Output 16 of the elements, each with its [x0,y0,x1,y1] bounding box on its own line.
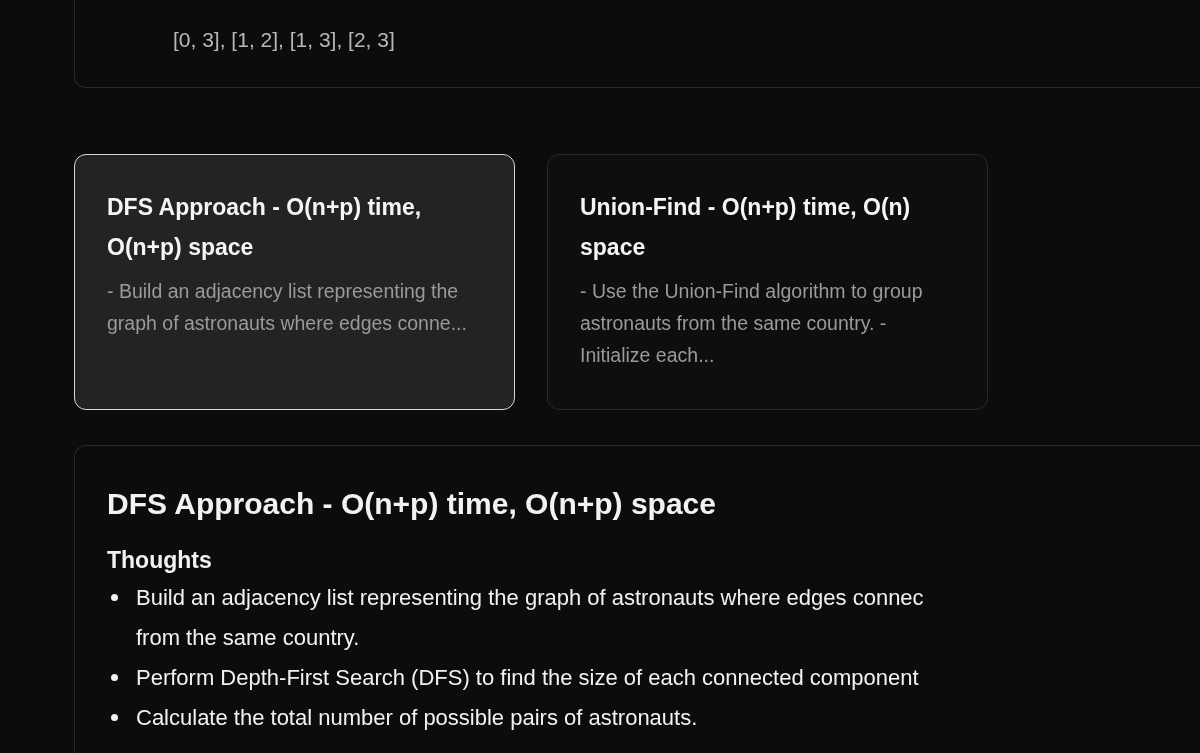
section-heading: Thoughts [107,546,213,575]
approach-summary: - Use the Union-Find algorithm to group astronauts from the same country. - Initialize each... [580,279,924,368]
detail-title: DFS Approach - O(n+p) time, O(n+p) space [107,486,717,522]
approach-card[interactable]: DFS Approach - O(n+p) time, O(n+p) space - Build an adjacency list representing the graph of astronauts where edges conne... [74,154,515,410]
bullet-text: Calculate the total number of possible pairs of astronauts. [136,704,698,732]
approach-card[interactable]: Union-Find - O(n+p) time, O(n) space - Use the Union-Find algorithm to group astronauts from the same country. - Initialize each... [547,154,988,410]
approach-title: Union-Find - O(n+p) time, O(n) space [580,193,912,262]
bullet-icon [111,674,118,681]
bullet-text: Build an adjacency list representing the graph of astronauts where edges connec [136,584,924,612]
bullet-icon [111,594,118,601]
approach-summary: - Build an adjacency list representing the graph of astronauts where edges conne... [107,279,468,336]
bullet-icon [111,714,118,721]
approach-title: DFS Approach - O(n+p) time, O(n+p) space [107,193,423,262]
bullet-text: from the same country. [136,624,361,652]
example-text: [0, 3], [1, 2], [1, 3], [2, 3] [173,28,395,51]
bullet-text: Perform Depth-First Search (DFS) to find the size of each connected component [136,664,919,692]
